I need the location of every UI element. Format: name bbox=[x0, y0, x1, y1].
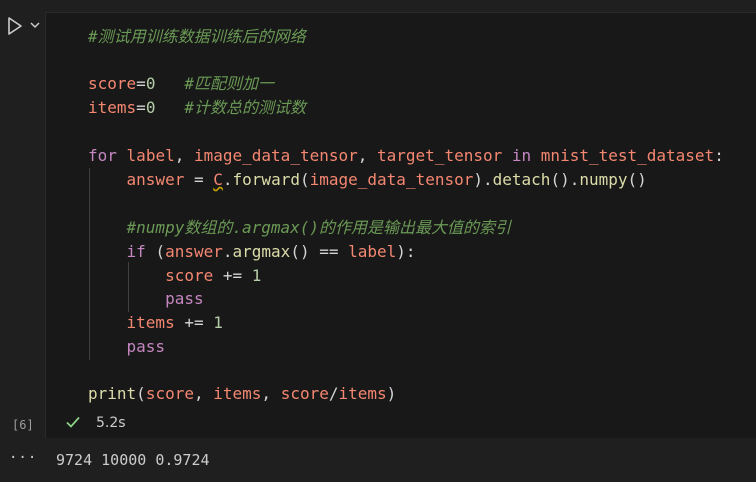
code-line[interactable]: print(score, items, score/items) bbox=[88, 382, 396, 406]
code-line[interactable]: score=0 #匹配则加一 bbox=[88, 72, 274, 96]
code-line[interactable]: items=0 #计数总的测试数 bbox=[88, 96, 306, 120]
code-line[interactable]: for label, image_data_tensor, target_ten… bbox=[88, 144, 724, 168]
code-line[interactable]: #numpy数组的.argmax()的作用是输出最大值的索引 bbox=[88, 216, 512, 240]
code-line[interactable]: if (answer.argmax() == label): bbox=[88, 240, 416, 264]
ellipsis-icon[interactable]: ··· bbox=[9, 450, 37, 466]
code-line[interactable]: score += 1 bbox=[88, 264, 261, 288]
code-line[interactable]: answer = C.forward(image_data_tensor).de… bbox=[88, 168, 647, 192]
execution-duration: 5.2s bbox=[96, 415, 126, 431]
code-line[interactable]: #测试用训练数据训练后的网络 bbox=[88, 25, 306, 49]
code-line[interactable]: pass bbox=[88, 287, 204, 311]
execution-count: [6] bbox=[12, 418, 34, 432]
check-icon bbox=[66, 416, 80, 428]
play-icon[interactable] bbox=[6, 16, 24, 36]
code-line[interactable]: items += 1 bbox=[88, 311, 223, 335]
chevron-down-icon[interactable] bbox=[29, 19, 41, 33]
cell-output: 9724 10000 0.9724 bbox=[56, 451, 210, 469]
code-line[interactable]: pass bbox=[88, 335, 166, 359]
